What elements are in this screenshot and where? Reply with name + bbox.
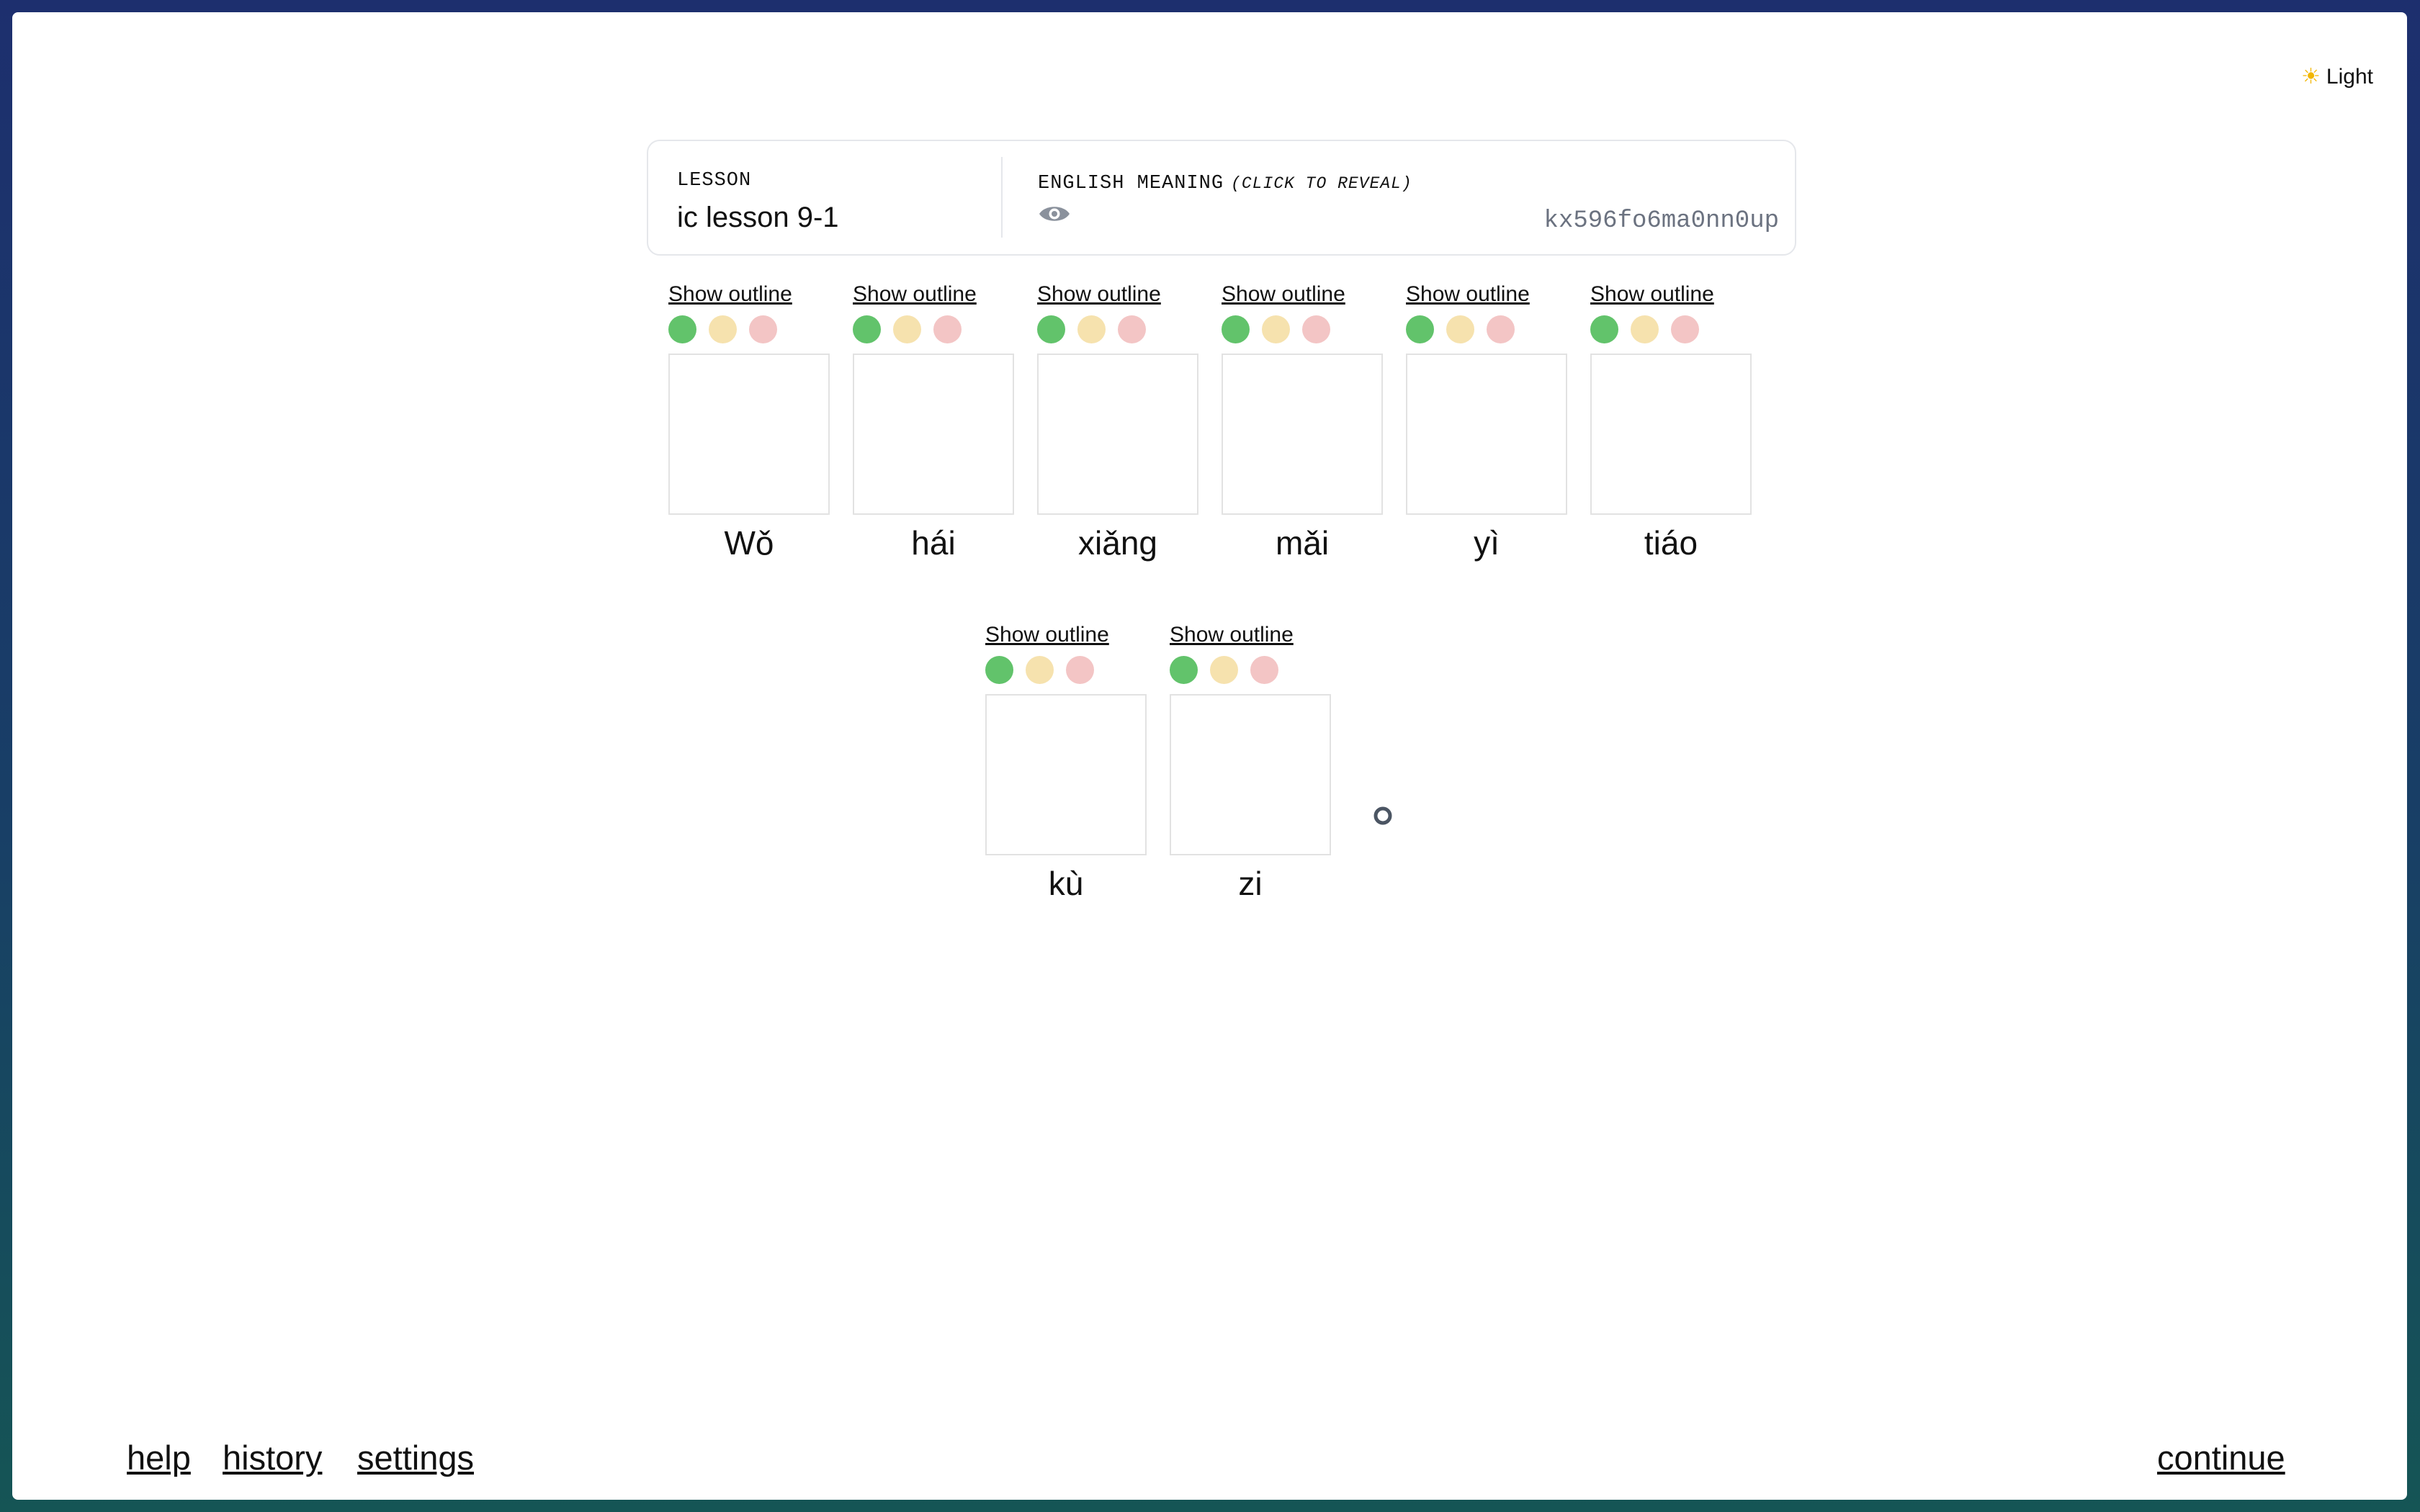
- rating-dots: [853, 315, 1014, 343]
- settings-link[interactable]: settings: [357, 1438, 474, 1477]
- app-window: ☀ Light LESSON ic lesson 9-1 ENGLISH MEA…: [12, 12, 2407, 1500]
- writing-canvas[interactable]: [1170, 694, 1331, 855]
- lesson-name: ic lesson 9-1: [677, 202, 839, 233]
- rating-good-dot[interactable]: [985, 656, 1013, 684]
- character-cell: Show outline kù: [985, 623, 1147, 903]
- rating-dots: [1037, 315, 1198, 343]
- rating-bad-dot[interactable]: [1066, 656, 1094, 684]
- rating-bad-dot[interactable]: [1250, 656, 1278, 684]
- show-outline-link[interactable]: Show outline: [1037, 282, 1198, 307]
- rating-bad-dot[interactable]: [933, 315, 962, 343]
- lesson-header-card: LESSON ic lesson 9-1 ENGLISH MEANING (CLI…: [647, 140, 1796, 256]
- help-link[interactable]: help: [127, 1438, 191, 1477]
- rating-bad-dot[interactable]: [1302, 315, 1330, 343]
- pinyin-label: xiǎng: [1078, 524, 1157, 562]
- character-cell: Show outline hái: [853, 282, 1014, 562]
- rating-ok-dot[interactable]: [1026, 656, 1054, 684]
- show-outline-link[interactable]: Show outline: [1406, 282, 1567, 307]
- theme-toggle-label: Light: [2326, 64, 2373, 89]
- history-link[interactable]: history: [223, 1438, 322, 1477]
- rating-ok-dot[interactable]: [1210, 656, 1238, 684]
- rating-ok-dot[interactable]: [1262, 315, 1290, 343]
- writing-canvas[interactable]: [1037, 354, 1198, 515]
- writing-canvas[interactable]: [853, 354, 1014, 515]
- english-meaning-block[interactable]: ENGLISH MEANING (CLICK TO REVEAL): [1038, 173, 1412, 228]
- writing-canvas[interactable]: [668, 354, 830, 515]
- character-cell: Show outline tiáo: [1590, 282, 1752, 562]
- rating-ok-dot[interactable]: [893, 315, 921, 343]
- show-outline-link[interactable]: Show outline: [1222, 282, 1383, 307]
- rating-good-dot[interactable]: [668, 315, 696, 343]
- writing-canvas[interactable]: [1222, 354, 1383, 515]
- writing-canvas[interactable]: [1590, 354, 1752, 515]
- pinyin-label: zi: [1238, 865, 1263, 902]
- rating-dots: [1406, 315, 1567, 343]
- writing-canvas[interactable]: [1406, 354, 1567, 515]
- rating-dots: [1170, 656, 1331, 684]
- character-cell: Show outline Wǒ: [668, 282, 830, 562]
- pinyin-label: tiáo: [1644, 524, 1698, 562]
- character-cell: Show outline xiǎng: [1037, 282, 1198, 562]
- rating-dots: [1590, 315, 1752, 343]
- rating-good-dot[interactable]: [1406, 315, 1434, 343]
- character-cell: Show outline mǎi: [1222, 282, 1383, 562]
- rating-good-dot[interactable]: [1170, 656, 1198, 684]
- pinyin-label: Wǒ: [724, 524, 774, 562]
- rating-good-dot[interactable]: [853, 315, 881, 343]
- english-meaning-label: ENGLISH MEANING: [1038, 173, 1224, 194]
- circle-period-icon: [1373, 806, 1392, 825]
- header-divider: [1001, 157, 1003, 238]
- writing-canvas[interactable]: [985, 694, 1147, 855]
- rating-ok-dot[interactable]: [1631, 315, 1659, 343]
- lesson-block: LESSON ic lesson 9-1: [677, 170, 839, 234]
- sun-icon: ☀: [2301, 65, 2321, 89]
- theme-toggle-button[interactable]: ☀ Light: [2301, 64, 2373, 89]
- pinyin-label: hái: [911, 524, 956, 562]
- rating-bad-dot[interactable]: [1118, 315, 1146, 343]
- rating-bad-dot[interactable]: [749, 315, 777, 343]
- rating-dots: [1222, 315, 1383, 343]
- click-to-reveal-hint: (CLICK TO REVEAL): [1231, 174, 1412, 193]
- rating-good-dot[interactable]: [1037, 315, 1065, 343]
- show-outline-link[interactable]: Show outline: [853, 282, 1014, 307]
- rating-dots: [985, 656, 1147, 684]
- show-outline-link[interactable]: Show outline: [1170, 623, 1331, 647]
- rating-dots: [668, 315, 830, 343]
- rating-good-dot[interactable]: [1590, 315, 1618, 343]
- rating-ok-dot[interactable]: [709, 315, 737, 343]
- show-outline-link[interactable]: Show outline: [985, 623, 1147, 647]
- show-outline-link[interactable]: Show outline: [1590, 282, 1752, 307]
- character-cell: Show outline yì: [1406, 282, 1567, 562]
- session-id: kx596fo6ma0nn0up: [1543, 207, 1779, 235]
- character-cell: Show outline zi: [1170, 623, 1331, 903]
- continue-link[interactable]: continue: [2157, 1438, 2285, 1477]
- eye-icon[interactable]: [1038, 203, 1071, 225]
- rating-bad-dot[interactable]: [1671, 315, 1699, 343]
- rating-good-dot[interactable]: [1222, 315, 1250, 343]
- pinyin-label: kù: [1048, 865, 1084, 902]
- pinyin-label: mǎi: [1275, 524, 1330, 562]
- rating-bad-dot[interactable]: [1487, 315, 1515, 343]
- lesson-label: LESSON: [677, 170, 752, 192]
- pinyin-label: yì: [1474, 524, 1500, 562]
- show-outline-link[interactable]: Show outline: [668, 282, 830, 307]
- rating-ok-dot[interactable]: [1077, 315, 1106, 343]
- rating-ok-dot[interactable]: [1446, 315, 1474, 343]
